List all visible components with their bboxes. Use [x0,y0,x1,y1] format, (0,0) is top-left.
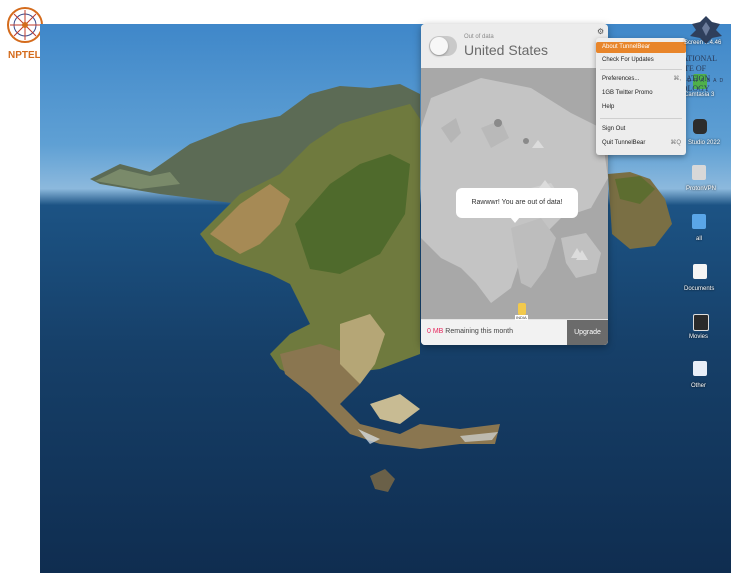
menu-item-sign-out[interactable]: Sign Out [596,124,686,135]
menu-separator [600,69,682,70]
menu-item-about[interactable]: About TunnelBear [596,42,686,53]
menu-item-help[interactable]: Help [596,102,686,113]
desktop-icon-label: Studio 2022 [688,140,721,146]
out-of-data-message: Rawwwr! You are out of data! [456,188,578,218]
desktop-icon-label: ProtonVPN [686,186,717,192]
folder-icon[interactable] [692,214,706,229]
desktop-icon-label: Documents [684,286,715,292]
desktop-icon-label: Screen ...4.46 [684,40,722,46]
menu-item-check-updates[interactable]: Check For Updates [596,55,686,66]
studio-icon[interactable] [693,119,707,134]
menu-item-shortcut: ⌘Q [670,140,681,146]
menu-item-quit[interactable]: Quit TunnelBear ⌘Q [596,138,686,149]
menu-item-label: Quit TunnelBear [602,140,646,146]
menu-item-label: Sign Out [602,126,626,132]
tunnelbear-footer: 0 MB Remaining this month Upgrade [421,320,608,345]
menu-item-label: Help [602,104,615,110]
nptel-logo-text: NPTEL [8,50,41,61]
other-icon[interactable] [693,361,707,376]
desktop-icon-label: Movies [689,334,709,340]
nptel-logo [7,7,43,43]
menu-item-label: 1GB Twitter Promo [602,90,653,96]
bear-tunnel-icon [518,303,526,315]
menu-item-label: Check For Updates [602,57,654,63]
data-amount: 0 MB [427,328,444,335]
desktop-icon-label: Other [691,383,707,389]
menu-item-shortcut: ⌘, [673,76,681,82]
desktop-icon-label: all [696,236,703,242]
message-tail [510,217,520,223]
data-remaining: 0 MB Remaining this month [427,328,513,335]
chevron-down-icon[interactable]: ⌄ [532,45,539,54]
tunnelbear-header: Out of data United States ⌄ ⚙ [421,24,608,68]
vpn-toggle-knob[interactable] [430,37,448,55]
movies-icon[interactable] [693,314,709,331]
connection-status: Out of data [464,34,494,40]
drive-icon[interactable] [692,165,706,180]
menu-item-label: About TunnelBear [602,44,651,50]
data-remaining-suffix: Remaining this month [443,328,513,335]
gear-icon[interactable]: ⚙ [597,27,604,36]
tunnelbear-window: Out of data United States ⌄ ⚙ INDIA Raww… [421,24,608,345]
upgrade-button[interactable]: Upgrade [567,320,608,345]
menu-item-label: Preferences... [602,76,640,82]
menu-item-twitter-promo[interactable]: 1GB Twitter Promo [596,88,686,99]
menu-separator [600,118,682,119]
document-icon[interactable] [693,264,707,279]
settings-menu: About TunnelBear Check For Updates Prefe… [596,38,686,155]
menu-item-preferences[interactable]: Preferences... ⌘, [596,74,686,85]
